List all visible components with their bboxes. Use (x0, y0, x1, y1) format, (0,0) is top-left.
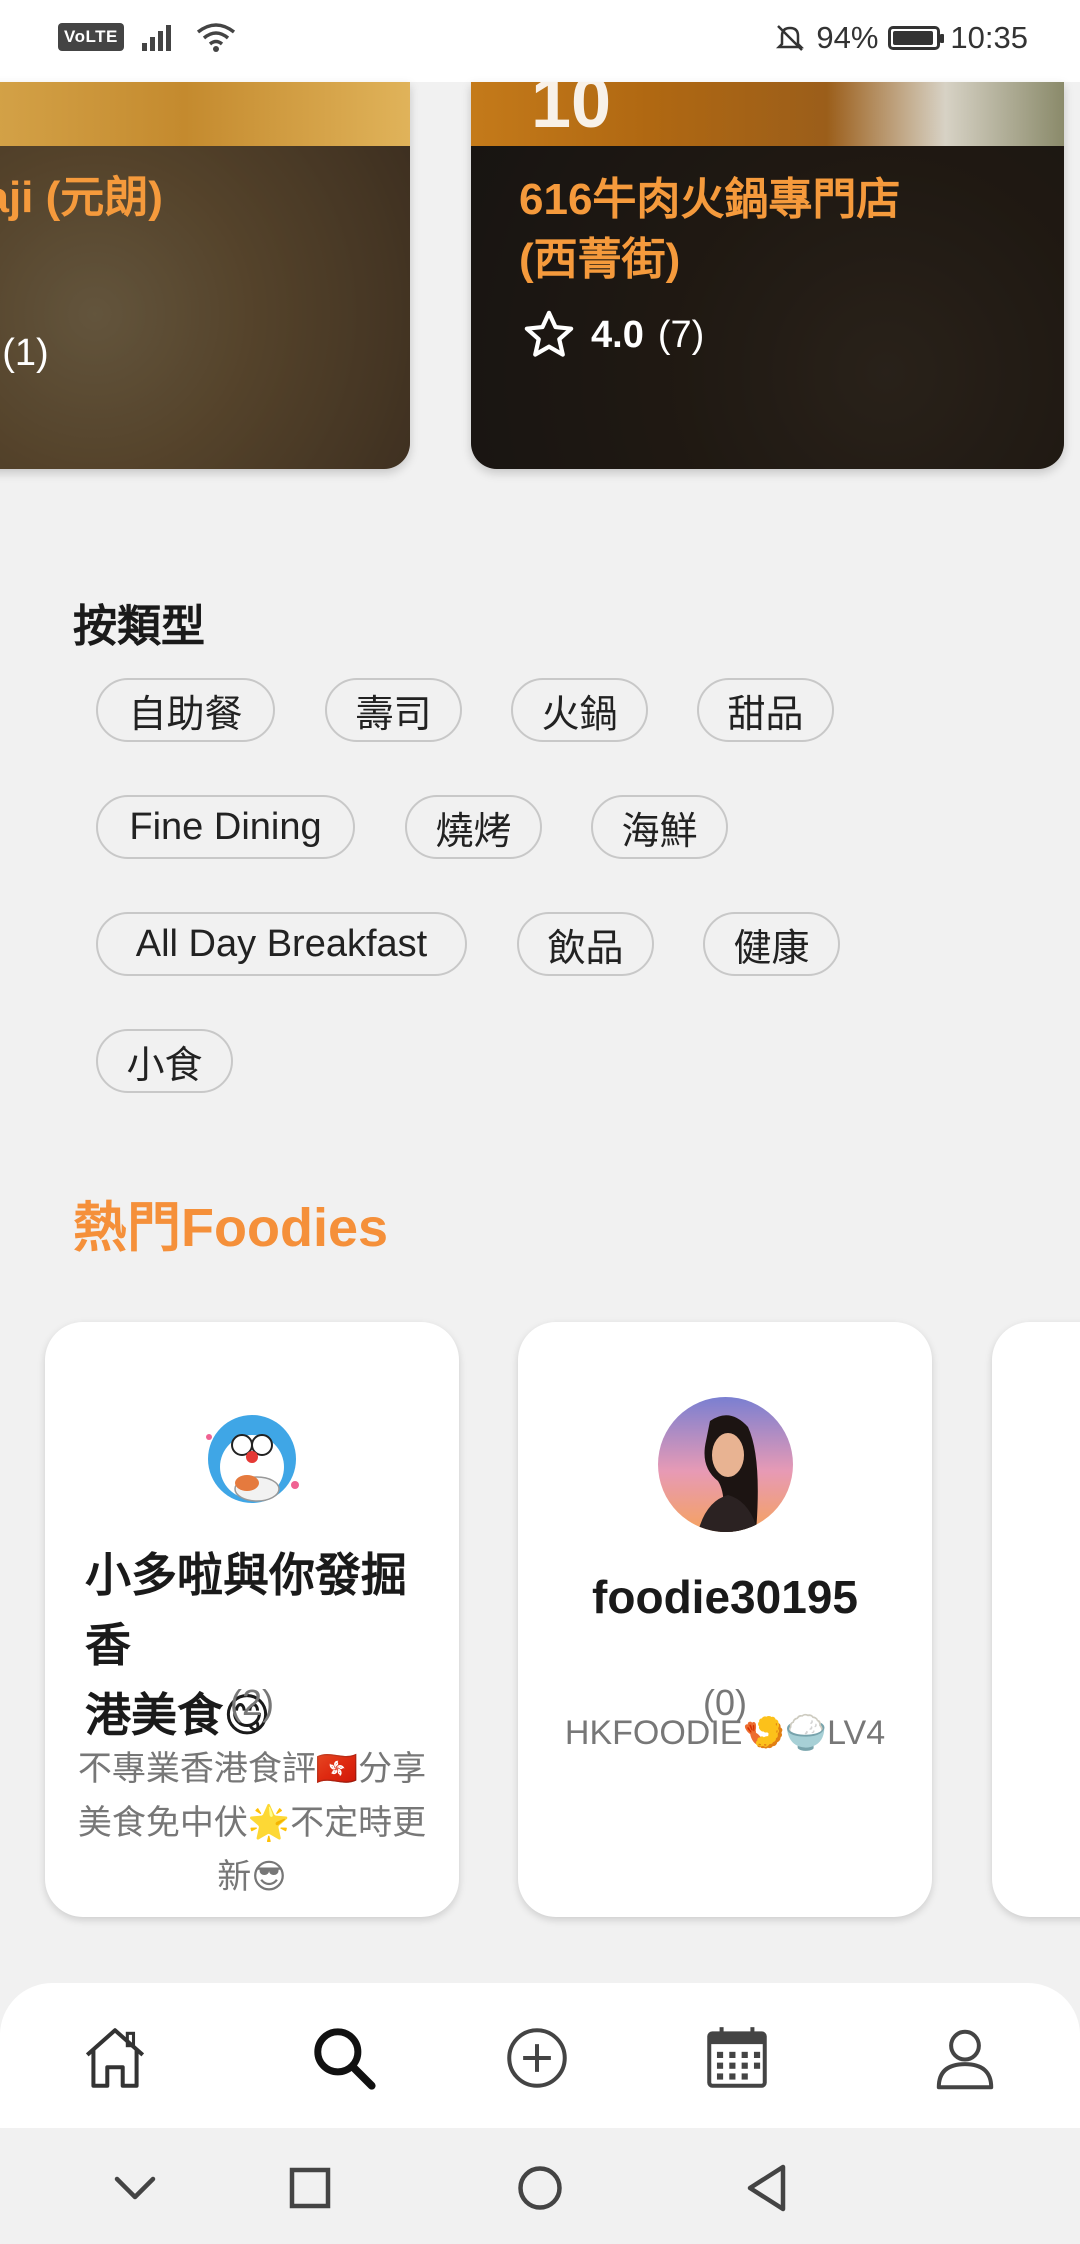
wifi-icon (196, 23, 235, 52)
bottom-nav (0, 1983, 1080, 2128)
signal-icon (141, 25, 171, 51)
collapse-icon[interactable] (105, 2158, 165, 2218)
category-chip[interactable]: 火鍋 (511, 678, 648, 742)
volte-badge: VoLTE (58, 23, 124, 51)
category-chip[interactable]: 自助餐 (96, 678, 275, 742)
restaurant-photo (0, 82, 410, 146)
profile-icon[interactable] (928, 2021, 1002, 2095)
foodie-card[interactable]: foodie30195 (0) HKFOODIE🍤🍚LV4 (518, 1322, 932, 1917)
category-chip[interactable]: Fine Dining (96, 795, 355, 859)
category-chip[interactable]: 小食 (96, 1029, 233, 1093)
back-icon[interactable] (738, 2158, 798, 2218)
foodie-bio: 不專業香港食評🇭🇰分享美食免中伏🌟不定時更新😎 (77, 1750, 427, 1896)
battery-icon (888, 26, 945, 50)
foodies-section-title: 熱門Foodies (73, 1198, 389, 1258)
foodie-review-count: (2) (230, 1682, 274, 1723)
mute-bell-icon (776, 25, 805, 51)
avatar (658, 1397, 793, 1532)
system-nav-bar (0, 2128, 1080, 2244)
home-icon[interactable] (78, 2021, 152, 2095)
category-chip[interactable]: 燒烤 (405, 795, 542, 859)
restaurant-rating: 4.0 (7) (521, 307, 704, 363)
home-circle-icon[interactable] (510, 2158, 570, 2218)
avatar (185, 1397, 320, 1532)
restaurant-card[interactable]: kaji (元朗) 0 (1) (0, 82, 410, 469)
category-chip[interactable]: 甜品 (697, 678, 834, 742)
status-bar: VoLTE 94% 10:35 (0, 0, 1080, 82)
recents-icon[interactable] (280, 2158, 340, 2218)
search-icon[interactable] (307, 2021, 381, 2095)
restaurant-name: kaji (元朗) (0, 173, 163, 222)
foodie-card[interactable] (992, 1322, 1080, 1917)
calendar-icon[interactable] (700, 2021, 774, 2095)
restaurant-name: 616牛肉火鍋專門店 (西菁街) (519, 175, 901, 284)
category-chip[interactable]: All Day Breakfast (96, 912, 467, 976)
category-chip[interactable]: 飲品 (517, 912, 654, 976)
foodie-card[interactable]: 小多啦與你發掘香 港美食😋 (2) 不專業香港食評🇭🇰分享美食免中伏🌟不定時更新😎 (45, 1322, 459, 1917)
battery-percent: 94% (816, 20, 879, 55)
category-chip[interactable]: 健康 (703, 912, 840, 976)
category-section-title: 按類型 (73, 602, 205, 651)
restaurant-rating: 0 (1) (2, 332, 49, 374)
photo-digit: 10 (531, 82, 612, 143)
foodie-bio: HKFOODIE🍤🍚LV4 (564, 1714, 886, 1752)
foodie-name: foodie30195 (592, 1571, 858, 1623)
add-circle-icon[interactable] (500, 2021, 574, 2095)
category-chip[interactable]: 海鮮 (591, 795, 728, 859)
clock: 10:35 (950, 20, 1028, 55)
star-icon (524, 310, 574, 357)
category-chip[interactable]: 壽司 (325, 678, 462, 742)
restaurant-card[interactable]: 10 616牛肉火鍋專門店 (西菁街) 4.0 (7) (471, 82, 1064, 469)
